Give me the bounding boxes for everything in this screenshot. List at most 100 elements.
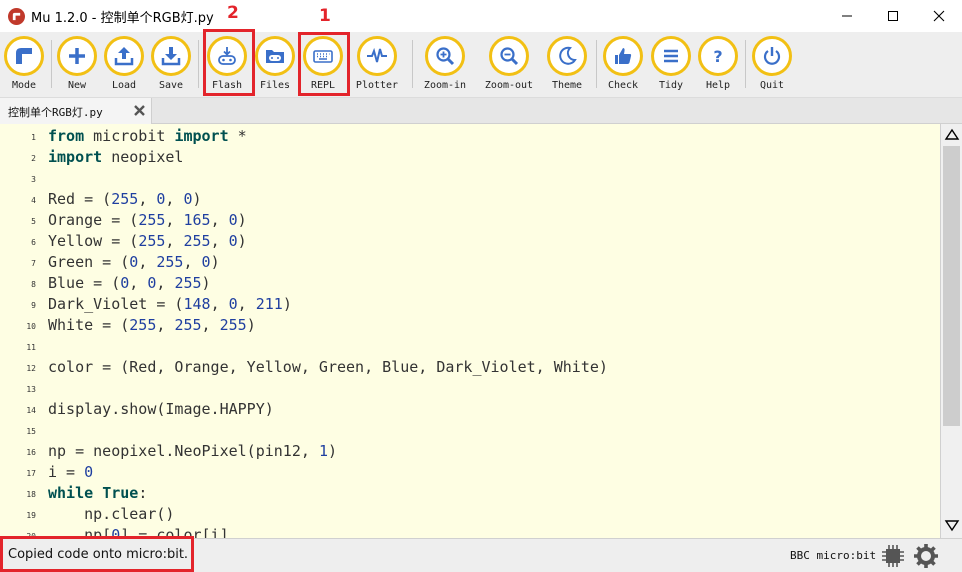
plus-icon xyxy=(69,48,85,64)
annotation-number-flash: 2 xyxy=(227,3,239,23)
code-line[interactable]: 15 xyxy=(0,419,940,440)
lines-icon xyxy=(664,49,678,63)
close-button[interactable] xyxy=(916,0,962,32)
mode-button[interactable]: Mode xyxy=(0,34,49,96)
mu-logo-icon xyxy=(8,8,25,25)
code-text: Dark_Violet = (148, 0, 211) xyxy=(48,295,292,313)
title-bar: Mu 1.2.0 - 控制单个RGB灯.py xyxy=(0,0,962,32)
theme-button[interactable]: Theme xyxy=(542,34,592,96)
zoom-in-button[interactable]: Zoom-in xyxy=(420,34,470,96)
svg-text:?: ? xyxy=(713,47,722,66)
power-icon xyxy=(763,47,781,65)
close-icon xyxy=(933,10,945,22)
tab-file[interactable]: 控制单个RGB灯.py xyxy=(0,98,152,124)
code-line[interactable]: 9 Dark_Violet = (148, 0, 211) xyxy=(0,293,940,314)
code-text: i = 0 xyxy=(48,463,94,481)
code-line[interactable]: 3 xyxy=(0,167,940,188)
code-line[interactable]: 11 xyxy=(0,335,940,356)
code-editor[interactable]: 1 from microbit import * 2 import neopixel 3… xyxy=(0,124,940,538)
tidy-button[interactable]: Tidy xyxy=(646,34,696,96)
check-label: Check xyxy=(607,80,639,91)
save-label: Save xyxy=(158,80,184,91)
repl-highlight-box xyxy=(298,32,350,96)
plotter-label: Plotter xyxy=(355,80,399,91)
code-text: display.show(Image.HAPPY) xyxy=(48,400,274,418)
tidy-label: Tidy xyxy=(658,80,684,91)
code-line[interactable]: 7 Green = (0, 255, 0) xyxy=(0,251,940,272)
code-line[interactable]: 19 np.clear() xyxy=(0,503,940,524)
toolbar: Mode New Load Save Flash Files REPL Plot… xyxy=(0,32,962,98)
load-button[interactable]: Load xyxy=(99,34,149,96)
code-text: import neopixel xyxy=(48,148,184,166)
line-number: 12 xyxy=(26,364,36,373)
quit-label: Quit xyxy=(759,80,785,91)
minimize-button[interactable] xyxy=(824,0,870,32)
scroll-up-icon[interactable] xyxy=(943,126,961,144)
status-highlight-box xyxy=(0,536,194,572)
line-number: 7 xyxy=(31,259,36,268)
code-line[interactable]: 13 xyxy=(0,377,940,398)
line-number: 8 xyxy=(31,280,36,289)
flash-highlight-box xyxy=(203,29,255,96)
code-text: np.clear() xyxy=(48,505,175,523)
code-text: while True: xyxy=(48,484,148,502)
line-number: 13 xyxy=(26,385,36,394)
line-number: 18 xyxy=(26,490,36,499)
scrollbar-thumb[interactable] xyxy=(943,146,960,426)
plotter-button[interactable]: Plotter xyxy=(352,34,402,96)
upload-icon xyxy=(114,47,134,66)
code-line[interactable]: 16 np = neopixel.NeoPixel(pin12, 1) xyxy=(0,440,940,461)
minimize-icon xyxy=(842,15,852,17)
code-text: Blue = (0, 0, 255) xyxy=(48,274,211,292)
maximize-button[interactable] xyxy=(870,0,916,32)
code-line[interactable]: 12 color = (Red, Orange, Yellow, Green, B… xyxy=(0,356,940,377)
question-icon: ? xyxy=(713,47,722,66)
line-number: 16 xyxy=(26,448,36,457)
code-line[interactable]: 5 Orange = (255, 165, 0) xyxy=(0,209,940,230)
vertical-scrollbar[interactable] xyxy=(940,124,962,538)
code-line[interactable]: 1 from microbit import * xyxy=(0,125,940,146)
zoom-out-button[interactable]: Zoom-out xyxy=(484,34,534,96)
code-line[interactable]: 14 display.show(Image.HAPPY) xyxy=(0,398,940,419)
download-icon xyxy=(161,47,181,66)
code-line[interactable]: 6 Yellow = (255, 255, 0) xyxy=(0,230,940,251)
code-text: from microbit import * xyxy=(48,127,247,145)
code-line[interactable]: 8 Blue = (0, 0, 255) xyxy=(0,272,940,293)
line-number: 6 xyxy=(31,238,36,247)
zoom-in-label: Zoom-in xyxy=(423,80,467,91)
quit-button[interactable]: Quit xyxy=(747,34,797,96)
files-label: Files xyxy=(259,80,291,91)
line-number: 14 xyxy=(26,406,36,415)
code-line[interactable]: 17 i = 0 xyxy=(0,461,940,482)
theme-label: Theme xyxy=(551,80,583,91)
code-text: White = (255, 255, 255) xyxy=(48,316,256,334)
line-number: 3 xyxy=(31,175,36,184)
gear-icon[interactable] xyxy=(913,543,939,569)
new-label: New xyxy=(67,80,87,91)
new-button[interactable]: New xyxy=(52,34,102,96)
chip-icon[interactable] xyxy=(880,543,906,569)
folder-icon xyxy=(266,50,284,63)
code-line[interactable]: 10 White = (255, 255, 255) xyxy=(0,314,940,335)
code-line[interactable]: 2 import neopixel xyxy=(0,146,940,167)
line-number: 4 xyxy=(31,196,36,205)
code-text: color = (Red, Orange, Yellow, Green, Blu… xyxy=(48,358,608,376)
files-button[interactable]: Files xyxy=(250,34,300,96)
help-button[interactable]: ? Help xyxy=(693,34,743,96)
status-mode: BBC micro:bit xyxy=(790,549,877,562)
scroll-down-icon[interactable] xyxy=(943,516,961,534)
tab-bar: 控制单个RGB灯.py xyxy=(0,98,962,124)
zoom-out-icon xyxy=(500,47,519,66)
code-text: Green = (0, 255, 0) xyxy=(48,253,220,271)
check-button[interactable]: Check xyxy=(598,34,648,96)
thumbs-up-icon xyxy=(615,48,632,64)
maximize-icon xyxy=(888,11,898,21)
annotation-number-repl: 1 xyxy=(319,6,331,26)
code-text: Orange = (255, 165, 0) xyxy=(48,211,247,229)
code-line[interactable]: 18 while True: xyxy=(0,482,940,503)
save-button[interactable]: Save xyxy=(146,34,196,96)
tab-close-icon[interactable] xyxy=(132,103,147,118)
code-line[interactable]: 4 Red = (255, 0, 0) xyxy=(0,188,940,209)
moon-icon xyxy=(559,46,577,65)
tab-label: 控制单个RGB灯.py xyxy=(8,106,103,119)
